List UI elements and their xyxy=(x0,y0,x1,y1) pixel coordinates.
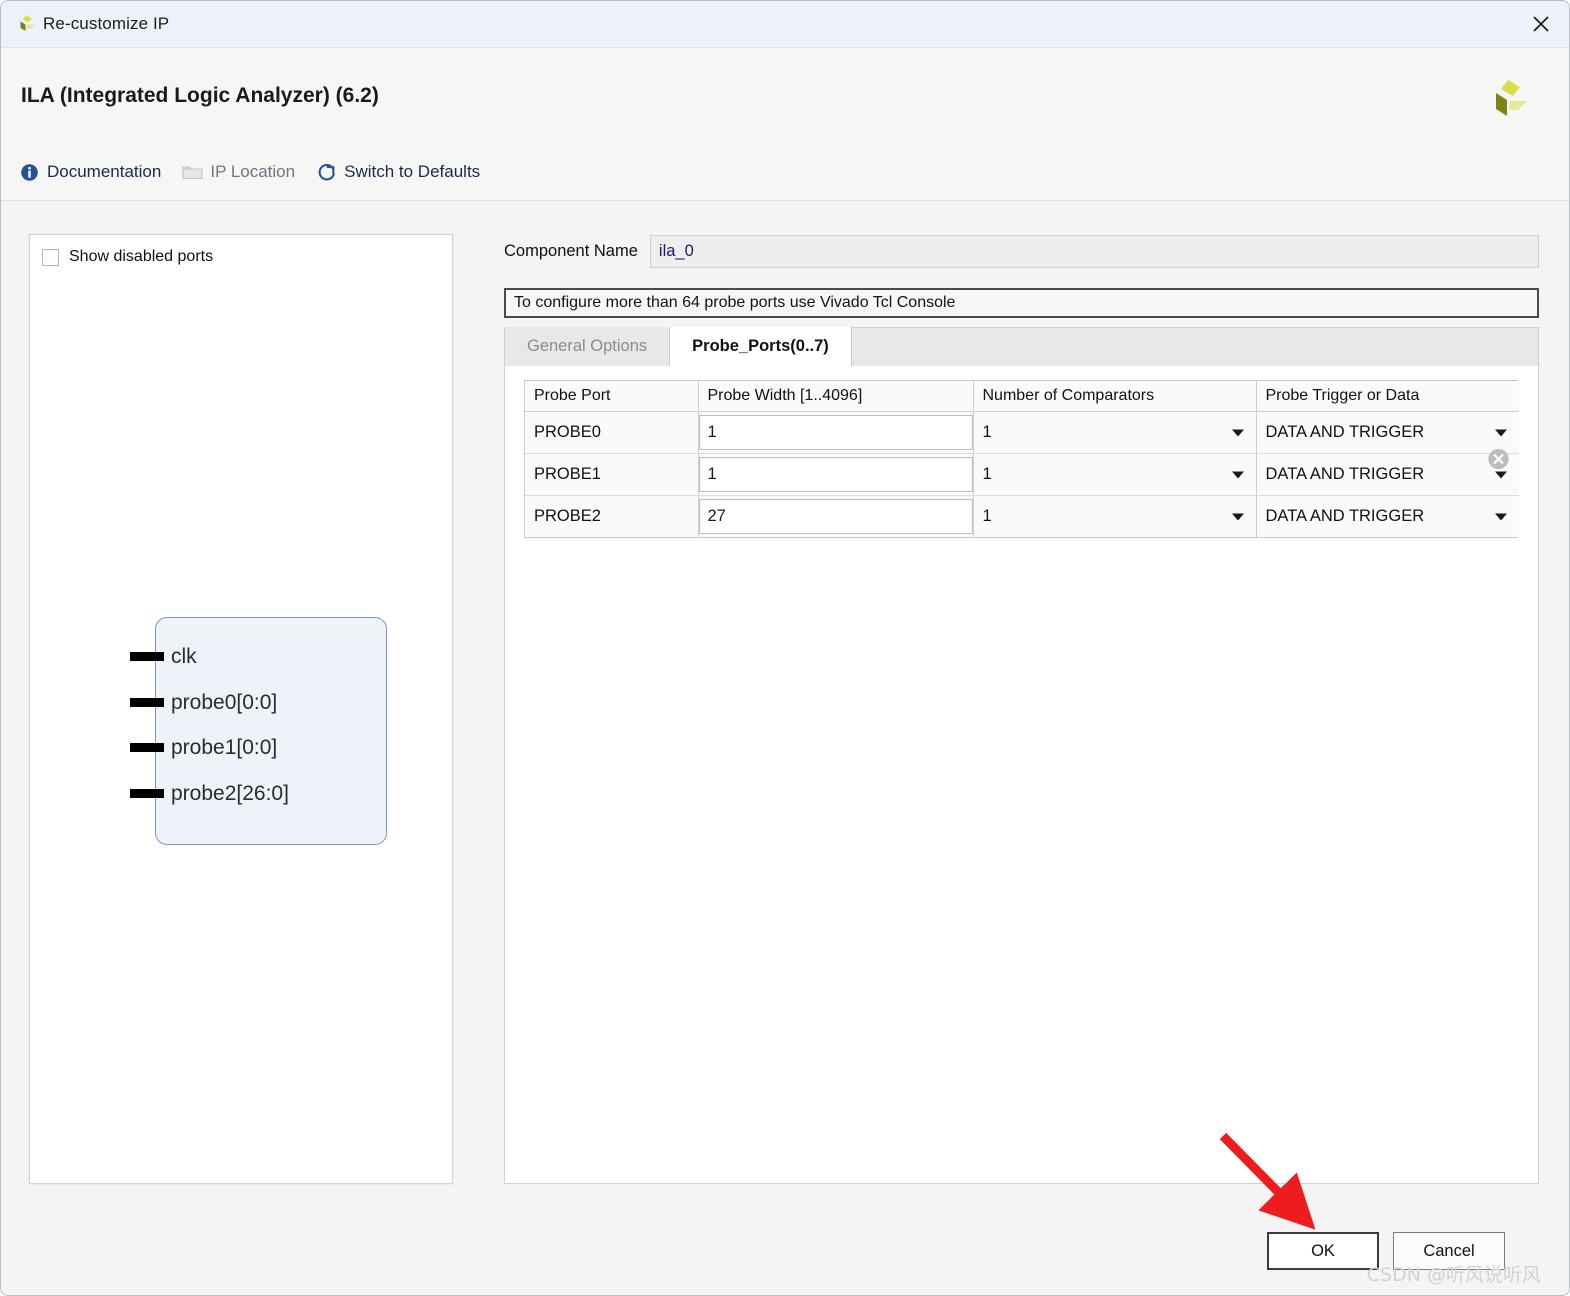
column-header-probe-trigger-or-data: Probe Trigger or Data xyxy=(1256,381,1519,412)
chevron-down-icon[interactable] xyxy=(1231,471,1244,478)
ip-header: ILA (Integrated Logic Analyzer) (6.2) Do… xyxy=(1,48,1569,201)
port-pin xyxy=(130,698,164,707)
component-name-label: Component Name xyxy=(504,242,638,260)
chevron-down-icon[interactable] xyxy=(1495,471,1507,478)
table-header-row: Probe Port Probe Width [1..4096] Number … xyxy=(525,381,1519,412)
table-row: PROBE0 1 1 DATA AND TRIGGER xyxy=(525,411,1520,469)
show-disabled-ports-label: Show disabled ports xyxy=(69,248,214,265)
folder-icon xyxy=(181,161,203,183)
info-message-bar: To configure more than 64 probe ports us… xyxy=(504,288,1539,318)
probe-port-name: PROBE2 xyxy=(534,507,601,525)
chevron-down-icon[interactable] xyxy=(1231,429,1244,436)
close-icon[interactable] xyxy=(1525,9,1557,39)
trigger-dropdown[interactable]: DATA AND TRIGGER xyxy=(1257,496,1520,537)
show-disabled-ports-checkbox[interactable]: Show disabled ports xyxy=(42,248,213,266)
chevron-down-icon[interactable] xyxy=(1231,513,1244,520)
dialog-body: Show disabled ports clk probe0[0:0] prob… xyxy=(1,201,1569,1295)
window-title: Re-customize IP xyxy=(43,14,170,33)
chevron-down-icon[interactable] xyxy=(1495,513,1507,520)
watermark: CSDN @听风说听风 xyxy=(1366,1264,1541,1286)
chevron-down-icon[interactable] xyxy=(1495,429,1507,436)
cell-number-of-comparators: 1 xyxy=(973,411,1257,454)
cell-probe-port: PROBE1 xyxy=(525,453,699,496)
tab-probe-ports[interactable]: Probe_Ports(0..7) xyxy=(669,327,852,366)
comparators-dropdown[interactable]: 1 xyxy=(974,454,1256,495)
cell-probe-trigger-or-data: DATA AND TRIGGER xyxy=(1256,453,1520,496)
cell-probe-width: 1 xyxy=(698,411,1509,469)
trigger-value: DATA AND TRIGGER xyxy=(1265,465,1425,483)
cell-probe-width: 27 xyxy=(698,449,1509,537)
port-label-probe0: probe0[0:0] xyxy=(171,691,278,714)
ip-symbol-panel: Show disabled ports clk probe0[0:0] prob… xyxy=(29,234,453,1184)
cell-probe-width: 1 xyxy=(698,449,1509,496)
trigger-value: DATA AND TRIGGER xyxy=(1265,423,1425,441)
trigger-value: DATA AND TRIGGER xyxy=(1265,507,1425,525)
clear-icon[interactable] xyxy=(1487,448,1510,471)
probe-ports-table: Probe Port Probe Width [1..4096] Number … xyxy=(524,380,1520,538)
probe-port-name: PROBE1 xyxy=(534,465,601,483)
component-name-row: Component Name ila_0 xyxy=(504,234,1539,269)
component-name-input[interactable]: ila_0 xyxy=(649,235,1539,268)
ip-location-button[interactable]: IP Location xyxy=(178,158,304,186)
page-title: ILA (Integrated Logic Analyzer) (6.2) xyxy=(21,84,379,107)
brand-logo-icon xyxy=(1485,76,1531,122)
cell-probe-trigger-or-data: DATA AND TRIGGER xyxy=(1256,495,1520,537)
info-icon xyxy=(18,161,40,183)
port-pin xyxy=(130,789,164,798)
title-bar: Re-customize IP xyxy=(1,1,1569,48)
column-header-number-of-comparators: Number of Comparators xyxy=(973,381,1257,412)
dialog-footer: OK Cancel xyxy=(1,1211,1569,1295)
cell-probe-port: PROBE2 xyxy=(525,495,699,537)
table-row: PROBE2 27 1 DATA AND TRIGGER xyxy=(525,449,1520,537)
xilinx-logo-icon xyxy=(15,13,37,35)
port-pin xyxy=(130,743,164,752)
refresh-icon xyxy=(315,161,337,183)
switch-to-defaults-button[interactable]: Switch to Defaults xyxy=(312,158,489,186)
port-label-probe1: probe1[0:0] xyxy=(171,736,278,759)
probe-width-input[interactable]: 1 xyxy=(698,457,973,492)
comparators-dropdown[interactable]: 1 xyxy=(974,412,1256,453)
probe-width-input[interactable]: 1 xyxy=(698,415,973,450)
column-header-probe-port: Probe Port xyxy=(525,381,699,412)
cell-number-of-comparators: 1 xyxy=(973,495,1257,537)
cell-probe-port: PROBE0 xyxy=(525,411,699,454)
comparators-value: 1 xyxy=(982,465,992,483)
documentation-label: Documentation xyxy=(47,162,162,181)
ip-block-symbol: clk probe0[0:0] probe1[0:0] probe2[26:0] xyxy=(105,605,405,865)
cell-probe-trigger-or-data: DATA AND TRIGGER xyxy=(1256,411,1520,454)
tab-general-options[interactable]: General Options xyxy=(505,327,670,366)
ip-config-panel: Component Name ila_0 To configure more t… xyxy=(504,234,1539,1184)
probe-port-name: PROBE0 xyxy=(534,423,601,441)
documentation-button[interactable]: Documentation xyxy=(15,158,170,186)
table-row: PROBE1 1 1 DATA AND TRIGGER xyxy=(525,449,1520,496)
comparators-dropdown[interactable]: 1 xyxy=(974,496,1256,537)
trigger-dropdown[interactable]: DATA AND TRIGGER xyxy=(1257,454,1520,495)
ok-button[interactable]: OK xyxy=(1267,1232,1379,1270)
column-header-probe-width: Probe Width [1..4096] xyxy=(698,381,974,412)
comparators-value: 1 xyxy=(982,423,992,441)
trigger-dropdown[interactable]: DATA AND TRIGGER xyxy=(1257,412,1520,453)
port-label-probe2: probe2[26:0] xyxy=(171,782,289,805)
re-customize-ip-dialog: Re-customize IP ILA (Integrated Logic An… xyxy=(0,0,1570,1296)
port-pin xyxy=(130,652,164,661)
switch-to-defaults-label: Switch to Defaults xyxy=(344,162,481,181)
tab-panel-probe-ports: Probe Port Probe Width [1..4096] Number … xyxy=(504,366,1539,1184)
ip-location-label: IP Location xyxy=(210,162,296,181)
checkbox-box xyxy=(42,248,59,266)
tab-strip: General Options Probe_Ports(0..7) xyxy=(504,327,1539,366)
port-label-clk: clk xyxy=(171,645,197,668)
ip-toolbar: Documentation IP Location Switch to Defa… xyxy=(15,158,497,186)
comparators-value: 1 xyxy=(982,507,992,525)
probe-width-input[interactable]: 27 xyxy=(698,499,973,534)
cell-number-of-comparators: 1 xyxy=(973,453,1257,496)
